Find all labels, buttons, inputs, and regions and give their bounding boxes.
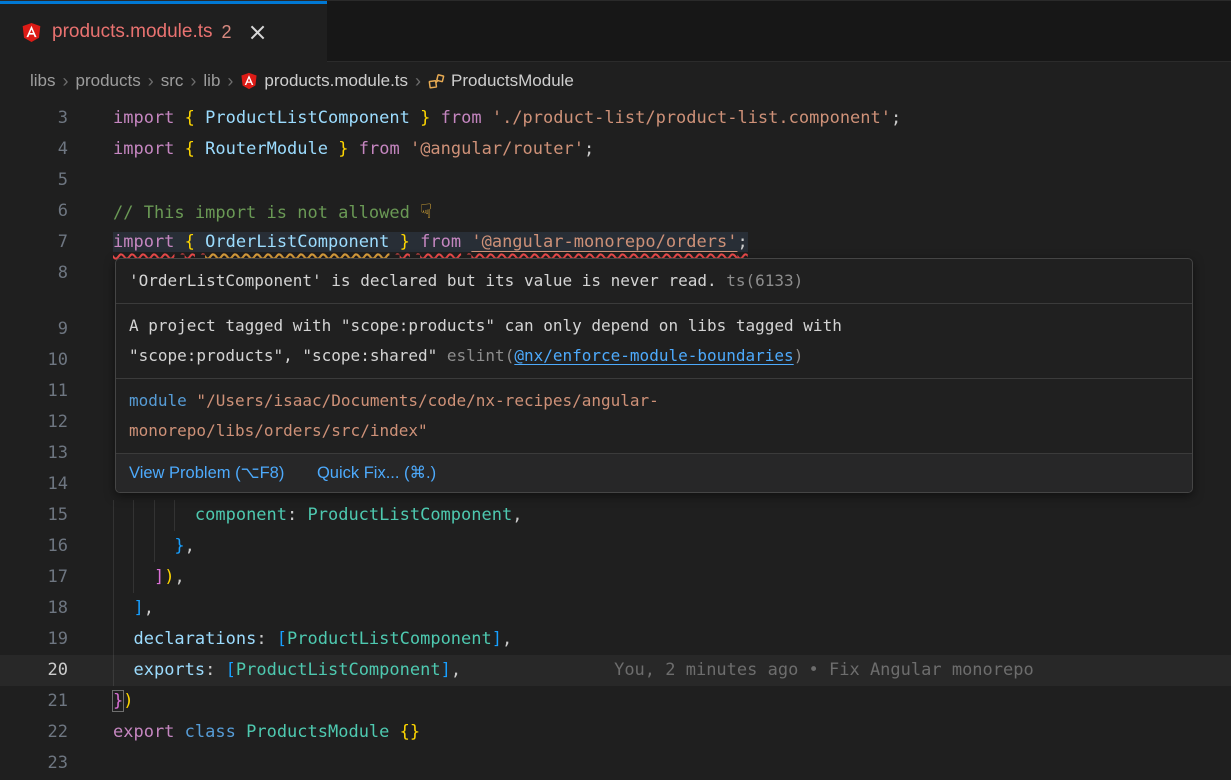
code-line-3[interactable]: 3import { ProductListComponent } from '.… <box>0 103 1231 134</box>
code-line-20[interactable]: 20 exports: [ProductListComponent],You, … <box>0 655 1231 686</box>
code-line-content[interactable]: // This import is not allowed ☟ <box>68 196 432 227</box>
code-line-content[interactable] <box>68 314 113 345</box>
line-number: 18 <box>0 593 68 624</box>
line-number: 15 <box>0 500 68 531</box>
code-line-7[interactable]: 7 import { OrderListComponent } from '@an… <box>0 227 1231 258</box>
code-line-content[interactable] <box>68 407 113 438</box>
diagnostic-text: 'OrderListComponent' is declared but its… <box>129 271 726 290</box>
view-problem-action[interactable]: View Problem (⌥F8) <box>129 464 284 482</box>
angular-icon <box>21 22 42 43</box>
chevron-right-icon: › <box>190 71 196 92</box>
breadcrumb-item-libs[interactable]: libs <box>30 71 56 91</box>
code-line-content[interactable]: import { OrderListComponent } from '@ang… <box>68 227 748 258</box>
code-line-content[interactable]: declarations: [ProductListComponent], <box>68 624 512 655</box>
line-number: 14 <box>0 469 68 500</box>
line-number: 11 <box>0 376 68 407</box>
line-number: 13 <box>0 438 68 469</box>
tab-products-module-ts[interactable]: products.module.ts 2 × <box>0 1 327 63</box>
line-number: 4 <box>0 134 68 165</box>
code-line-19[interactable]: 19 declarations: [ProductListComponent], <box>0 624 1231 655</box>
code-line-content[interactable]: }, <box>68 531 195 562</box>
chevron-right-icon: › <box>227 71 233 92</box>
line-number: 9 <box>0 314 68 345</box>
code-line-5[interactable]: 5 <box>0 165 1231 196</box>
code-line-16[interactable]: 16 }, <box>0 531 1231 562</box>
chevron-right-icon: › <box>415 71 421 92</box>
diagnostic-source: ts(6133) <box>726 271 803 290</box>
code-line-23[interactable]: 23 <box>0 748 1231 779</box>
class-symbol-icon <box>428 73 445 90</box>
breadcrumb-item-file[interactable]: products.module.ts <box>264 71 408 91</box>
code-line-15[interactable]: 15 component: ProductListComponent, <box>0 500 1231 531</box>
code-line-content[interactable] <box>68 165 113 196</box>
code-line-17[interactable]: 17 ]), <box>0 562 1231 593</box>
code-line-content[interactable]: ], <box>68 593 154 624</box>
module-path-info: module "/Users/isaac/Documents/code/nx-r… <box>116 378 1192 453</box>
code-line-content[interactable] <box>68 469 113 500</box>
line-number: 19 <box>0 624 68 655</box>
code-line-content[interactable]: }) <box>68 686 134 717</box>
code-line-content[interactable]: export class ProductsModule {} <box>68 717 420 748</box>
breadcrumb: libs › products › src › lib › products.m… <box>0 62 1231 100</box>
chevron-right-icon: › <box>63 71 69 92</box>
line-number: 17 <box>0 562 68 593</box>
line-number: 20 <box>0 655 68 686</box>
code-line-content[interactable] <box>68 345 113 376</box>
code-line-content[interactable]: import { RouterModule } from '@angular/r… <box>68 134 594 165</box>
code-line-content[interactable]: exports: [ProductListComponent],You, 2 m… <box>68 655 1034 686</box>
code-line-18[interactable]: 18 ], <box>0 593 1231 624</box>
code-line-content[interactable]: ]), <box>68 562 185 593</box>
hover-action-bar: View Problem (⌥F8) Quick Fix... (⌘.) <box>116 453 1192 492</box>
eslint-rule-link[interactable]: @nx/enforce-module-boundaries <box>514 346 793 365</box>
line-number: 6 <box>0 196 68 227</box>
line-number: 16 <box>0 531 68 562</box>
error-highlight-range: import { OrderListComponent } from '@ang… <box>113 232 748 252</box>
chevron-right-icon: › <box>148 71 154 92</box>
breadcrumb-item-symbol[interactable]: ProductsModule <box>451 71 574 91</box>
code-line-content[interactable]: import { ProductListComponent } from './… <box>68 103 901 134</box>
code-line-4[interactable]: 4import { RouterModule } from '@angular/… <box>0 134 1231 165</box>
line-number: 21 <box>0 686 68 717</box>
code-line-content[interactable]: component: ProductListComponent, <box>68 500 522 531</box>
line-number: 23 <box>0 748 68 779</box>
line-number: 10 <box>0 345 68 376</box>
git-blame-annotation: You, 2 minutes ago • Fix Angular monorep… <box>614 660 1034 680</box>
code-line-content[interactable] <box>68 376 113 407</box>
line-number: 22 <box>0 717 68 748</box>
line-number: 5 <box>0 165 68 196</box>
code-line-22[interactable]: 22export class ProductsModule {} <box>0 717 1231 748</box>
breadcrumb-item-products[interactable]: products <box>76 71 141 91</box>
line-number: 8 <box>0 258 68 289</box>
angular-icon <box>240 72 258 90</box>
line-number: 12 <box>0 407 68 438</box>
tab-problems-badge: 2 <box>222 22 232 43</box>
diagnostic-text-line2: "scope:products", "scope:shared" eslint(… <box>129 341 1179 371</box>
breadcrumb-item-lib[interactable]: lib <box>203 71 220 91</box>
code-line-content[interactable] <box>68 748 113 779</box>
code-line-content[interactable] <box>68 258 113 289</box>
module-keyword: module <box>129 391 187 410</box>
tab-bar: products.module.ts 2 × <box>0 0 1231 62</box>
code-line-6[interactable]: 6// This import is not allowed ☟ <box>0 196 1231 227</box>
diagnostic-text-line1: A project tagged with "scope:products" c… <box>129 311 1179 341</box>
tab-close-icon[interactable]: × <box>248 20 268 44</box>
line-number: 3 <box>0 103 68 134</box>
diagnostic-hover-popup: 'OrderListComponent' is declared but its… <box>115 258 1193 493</box>
tab-title: products.module.ts <box>52 21 213 43</box>
code-line-21[interactable]: 21}) <box>0 686 1231 717</box>
breadcrumb-item-src[interactable]: src <box>161 71 184 91</box>
quick-fix-action[interactable]: Quick Fix... (⌘.) <box>317 464 436 482</box>
ts-diagnostic-message: 'OrderListComponent' is declared but its… <box>116 259 1192 303</box>
eslint-diagnostic-message: A project tagged with "scope:products" c… <box>116 303 1192 378</box>
code-line-content[interactable] <box>68 438 113 469</box>
line-number: 7 <box>0 227 68 258</box>
